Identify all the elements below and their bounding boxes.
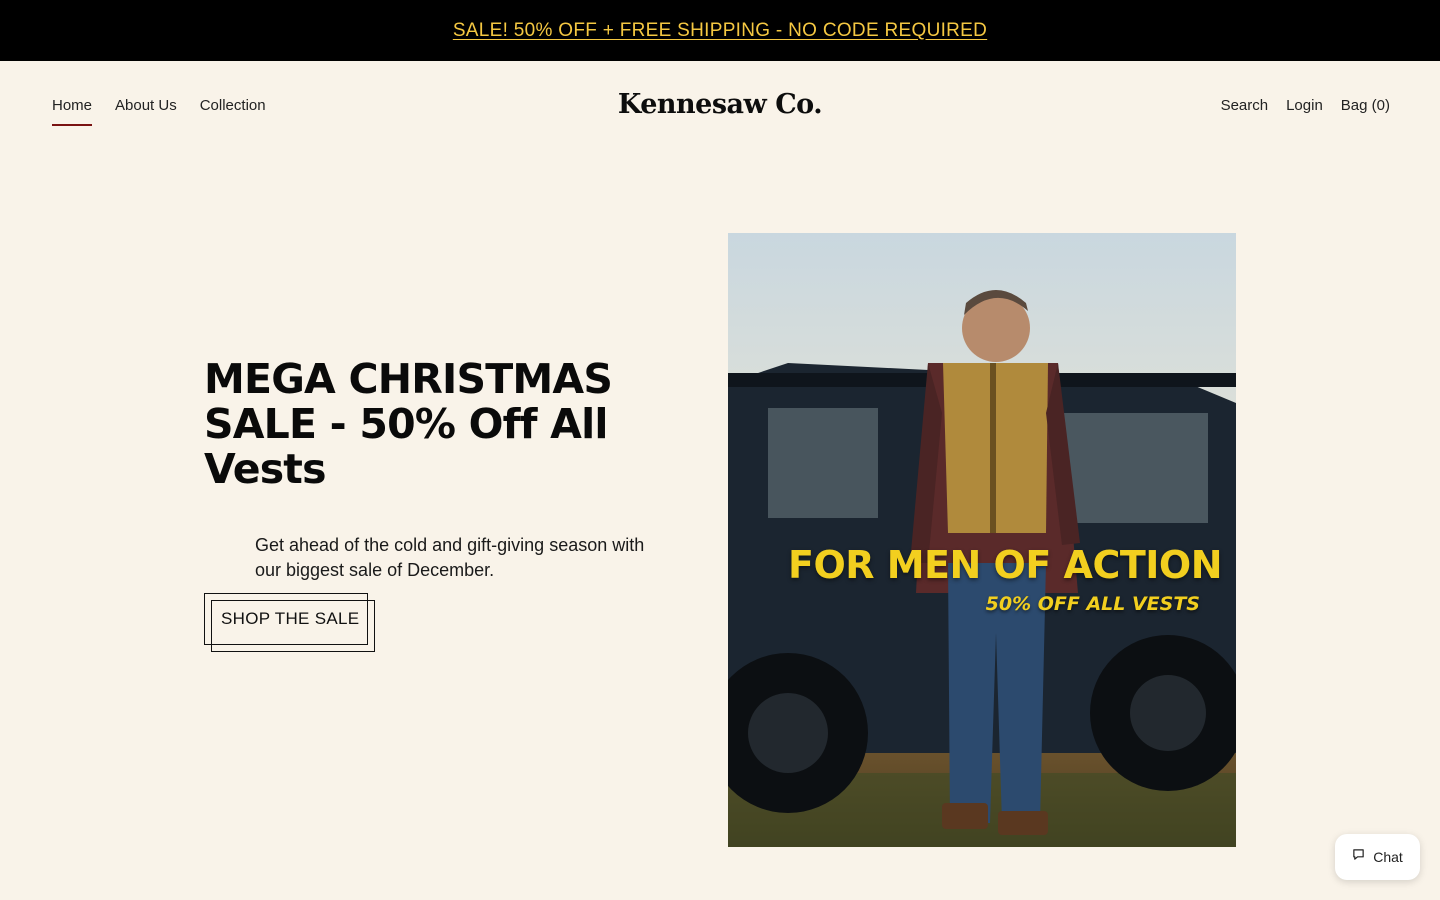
login-link[interactable]: Login	[1286, 97, 1323, 126]
chat-label: Chat	[1373, 849, 1403, 865]
shop-sale-button-label: SHOP THE SALE	[221, 609, 360, 628]
hero-title: MEGA CHRISTMAS SALE - 50% Off All Vests	[204, 355, 613, 493]
cta-wrapper: SHOP THE SALE	[204, 593, 375, 652]
chat-button[interactable]: Chat	[1335, 834, 1420, 880]
announcement-bar: SALE! 50% OFF + FREE SHIPPING - NO CODE …	[0, 0, 1440, 61]
announcement-link[interactable]: SALE! 50% OFF + FREE SHIPPING - NO CODE …	[453, 20, 987, 42]
search-link[interactable]: Search	[1221, 97, 1269, 126]
utility-nav: Search Login Bag (0)	[1221, 97, 1390, 126]
bag-link[interactable]: Bag (0)	[1341, 97, 1390, 126]
chat-bubble-icon	[1352, 848, 1365, 866]
hero-image-headline: FOR MEN OF ACTION	[787, 543, 1223, 587]
hero-photo	[728, 233, 1236, 847]
hero-image-subline: 50% OFF ALL VESTS	[985, 593, 1200, 615]
hero-image: FOR MEN OF ACTION 50% OFF ALL VESTS	[728, 233, 1236, 847]
shop-sale-button[interactable]: SHOP THE SALE	[204, 593, 368, 645]
site-header: Home About Us Collection Kennesaw Co. Se…	[0, 61, 1440, 153]
hero-subtitle: Get ahead of the cold and gift-giving se…	[255, 535, 645, 580]
